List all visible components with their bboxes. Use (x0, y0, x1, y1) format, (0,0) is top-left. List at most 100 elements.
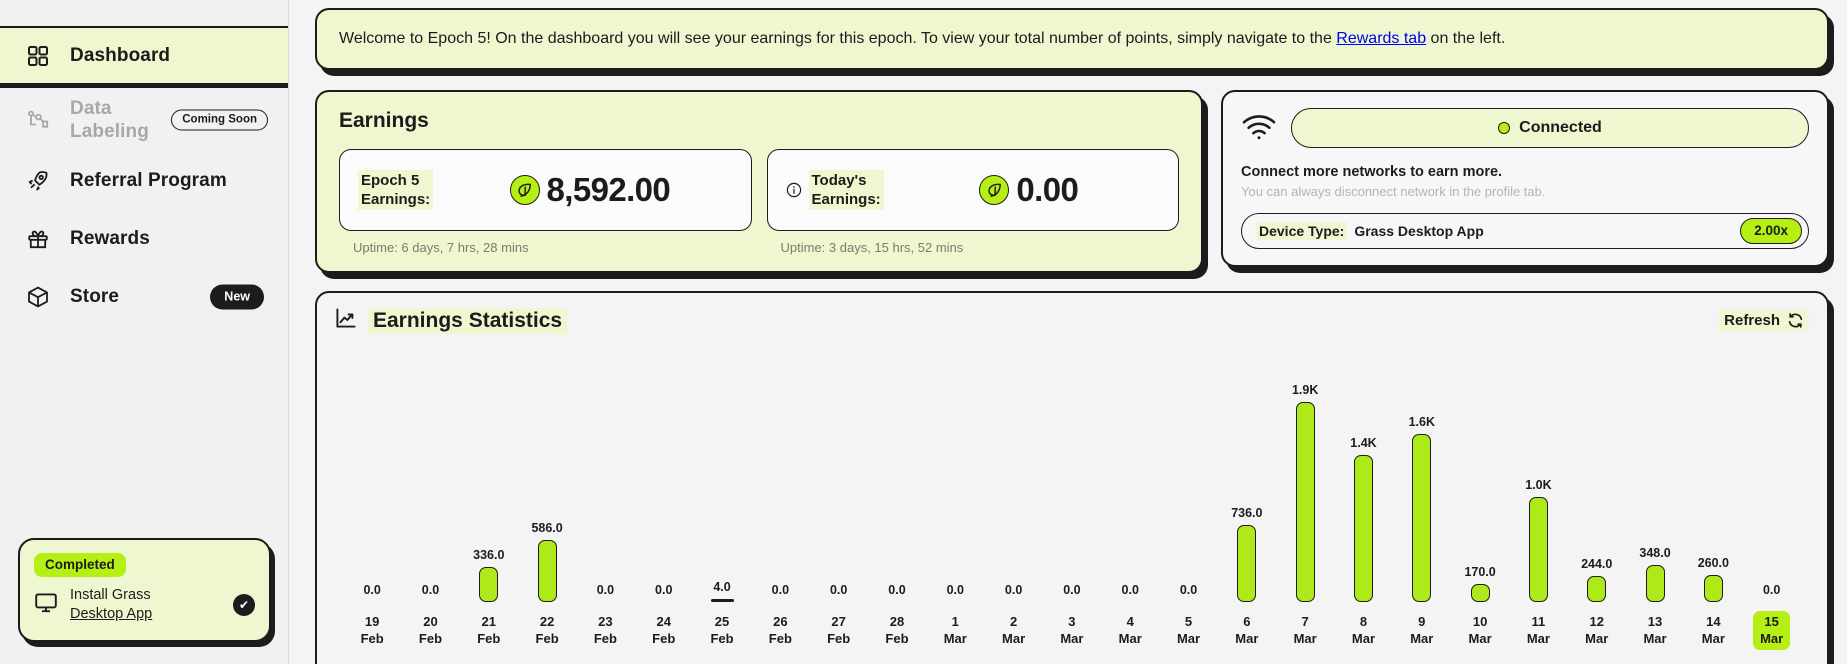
chart-bar[interactable] (1703, 574, 1723, 602)
sidebar-item-store[interactable]: Store New (0, 268, 288, 326)
chart-x-tick: 2 Mar (984, 611, 1042, 650)
epoch-earnings-label-line2: Earnings: (361, 191, 431, 208)
refresh-icon (1787, 312, 1804, 329)
chart-bar-column[interactable]: 0.0 (1743, 342, 1801, 602)
chart-x-tick-chip: 8 Mar (1345, 611, 1382, 650)
chart-bar[interactable] (479, 566, 499, 602)
chart-bar-column[interactable]: 244.0 (1568, 342, 1626, 602)
chart-bar[interactable] (1237, 524, 1257, 602)
sidebar-item-dashboard[interactable]: Dashboard (0, 26, 288, 88)
chart-x-tick-chip: 2 Mar (995, 611, 1032, 650)
chart-x-day: 11 (1531, 614, 1546, 629)
today-earnings-value: 0.00 (1016, 171, 1079, 208)
chart-bar-column[interactable]: 260.0 (1684, 342, 1742, 602)
chart-bar-column[interactable]: 1.4K (1334, 342, 1392, 602)
chart-bar-column[interactable]: 1.9K (1276, 342, 1334, 602)
chart-x-day: 22 (539, 614, 555, 629)
chart-bar-column[interactable]: 336.0 (460, 342, 518, 602)
chart-bar-value-label: 0.0 (421, 583, 440, 597)
chart-x-tick-chip: 9 Mar (1403, 611, 1440, 650)
chart-x-tick-chip: 19 Feb (354, 611, 391, 650)
install-app-line2: Desktop App (70, 606, 153, 623)
chart-bar[interactable] (1295, 402, 1315, 602)
earnings-statistics-card: Earnings Statistics Refresh 0.0 0.0 336.0 5… (315, 291, 1829, 664)
chart-bar[interactable] (1412, 433, 1432, 602)
chart-x-tick: 4 Mar (1101, 611, 1159, 650)
chart-bar-value-label: 0.0 (655, 583, 673, 597)
chart-bar-value-label: 0.0 (946, 583, 964, 597)
chart-bar[interactable] (537, 540, 557, 602)
chart-x-tick: 1 Mar (926, 611, 984, 650)
sidebar: Dashboard Data Labeling Coming Soon Refe… (0, 0, 289, 664)
chart-bar-column[interactable]: 736.0 (1218, 342, 1276, 602)
chart-bar-column[interactable]: 0.0 (1101, 342, 1159, 602)
chart-bar[interactable] (1470, 584, 1490, 602)
install-desktop-app-card[interactable]: Completed Install Grass Desktop App ✔ (18, 537, 271, 642)
chart-bar[interactable] (1353, 454, 1373, 602)
chart-bar-value-label: 0.0 (1004, 583, 1023, 597)
chart-x-tick-chip: 27 Feb (820, 611, 857, 650)
chart-x-tick-chip: 5 Mar (1170, 611, 1207, 650)
chart-x-day: 28 (889, 614, 905, 629)
chart-x-month: Mar (1410, 631, 1434, 647)
chart-bar-column[interactable]: 0.0 (635, 342, 693, 602)
chart-x-tick-chip: 24 Feb (645, 611, 682, 650)
chart-x-day: 23 (598, 614, 613, 629)
sidebar-nav: Dashboard Data Labeling Coming Soon Refe… (0, 0, 288, 326)
today-earnings-label: Today's Earnings: (808, 169, 884, 211)
chart-x-tick-chip: 25 Feb (703, 611, 740, 650)
chart-bar[interactable] (1645, 565, 1665, 602)
chart-bar-column[interactable]: 0.0 (984, 342, 1042, 602)
earnings-title: Earnings (339, 109, 429, 132)
chart-bar-column[interactable]: 348.0 (1626, 342, 1684, 602)
sidebar-item-label: Referral Program (70, 170, 227, 192)
chart-bar[interactable] (1587, 576, 1607, 602)
rewards-tab-link[interactable]: Rewards tab (1336, 30, 1426, 47)
chart-x-month: Feb (768, 631, 792, 647)
chart-bar[interactable] (710, 599, 734, 602)
network-subtext: You can always disconnect network in the… (1241, 184, 1546, 199)
trending-up-icon (335, 307, 357, 334)
chart-bar-column[interactable]: 0.0 (401, 342, 459, 602)
chart-bar-column[interactable]: 0.0 (868, 342, 926, 602)
chart-x-tick: 26 Feb (751, 611, 809, 650)
sidebar-item-rewards[interactable]: Rewards (0, 210, 288, 268)
chart-bar-column[interactable]: 0.0 (1159, 342, 1217, 602)
chart-bar-column[interactable]: 0.0 (343, 342, 401, 602)
chart-bar-value-label: 1.4K (1350, 435, 1377, 450)
chart-bar[interactable] (1528, 496, 1548, 602)
chart-x-month: Mar (1526, 631, 1550, 647)
network-status-row: Connected (1241, 108, 1809, 148)
box-icon (24, 283, 52, 311)
chart-x-axis: 19 Feb 20 Feb 21 Feb 22 Feb 23 Feb 24 Feb 25 Feb 26 Feb… (335, 611, 1809, 651)
chart-bar-column[interactable]: 0.0 (1043, 342, 1101, 602)
install-app-line1: Install Grass (70, 586, 151, 603)
chart-bar-column[interactable]: 0.0 (576, 342, 634, 602)
chart-x-tick: 19 Feb (343, 611, 401, 650)
chart-bar-column[interactable]: 4.0 (693, 342, 751, 602)
chart-bar-column[interactable]: 1.6K (1393, 342, 1451, 602)
refresh-button[interactable]: Refresh (1719, 310, 1809, 331)
chart-bar-value-label: 0.0 (771, 583, 790, 597)
chart-x-month: Mar (1643, 631, 1667, 647)
info-icon[interactable] (786, 182, 802, 198)
chart-bar-column[interactable]: 0.0 (810, 342, 868, 602)
chart-bar-column[interactable]: 1.0K (1509, 342, 1567, 602)
app-root: Dashboard Data Labeling Coming Soon Refe… (0, 0, 1847, 664)
chart-bar-value-label: 0.0 (1121, 583, 1139, 597)
banner-text-after: on the left. (1426, 30, 1506, 47)
chart-bar-column[interactable]: 586.0 (518, 342, 576, 602)
sidebar-item-referral-program[interactable]: Referral Program (0, 152, 288, 210)
gift-icon (24, 225, 52, 253)
chart-x-month: Mar (1235, 631, 1259, 647)
chart-bar-column[interactable]: 0.0 (926, 342, 984, 602)
chart-bar-value-label: 4.0 (713, 580, 731, 594)
today-earnings-label-line1: Today's (811, 171, 867, 189)
epoch-earnings-label-line1: Epoch 5 (361, 171, 420, 189)
chart-bar-column[interactable]: 170.0 (1451, 342, 1509, 602)
chart-bar-column[interactable]: 0.0 (751, 342, 809, 602)
uptime-row: Uptime: 6 days, 7 hrs, 28 mins Uptime: 3… (339, 240, 1179, 255)
chart-x-tick: 7 Mar (1276, 611, 1334, 650)
refresh-label: Refresh (1724, 312, 1780, 329)
coming-soon-badge: Coming Soon (171, 109, 268, 131)
